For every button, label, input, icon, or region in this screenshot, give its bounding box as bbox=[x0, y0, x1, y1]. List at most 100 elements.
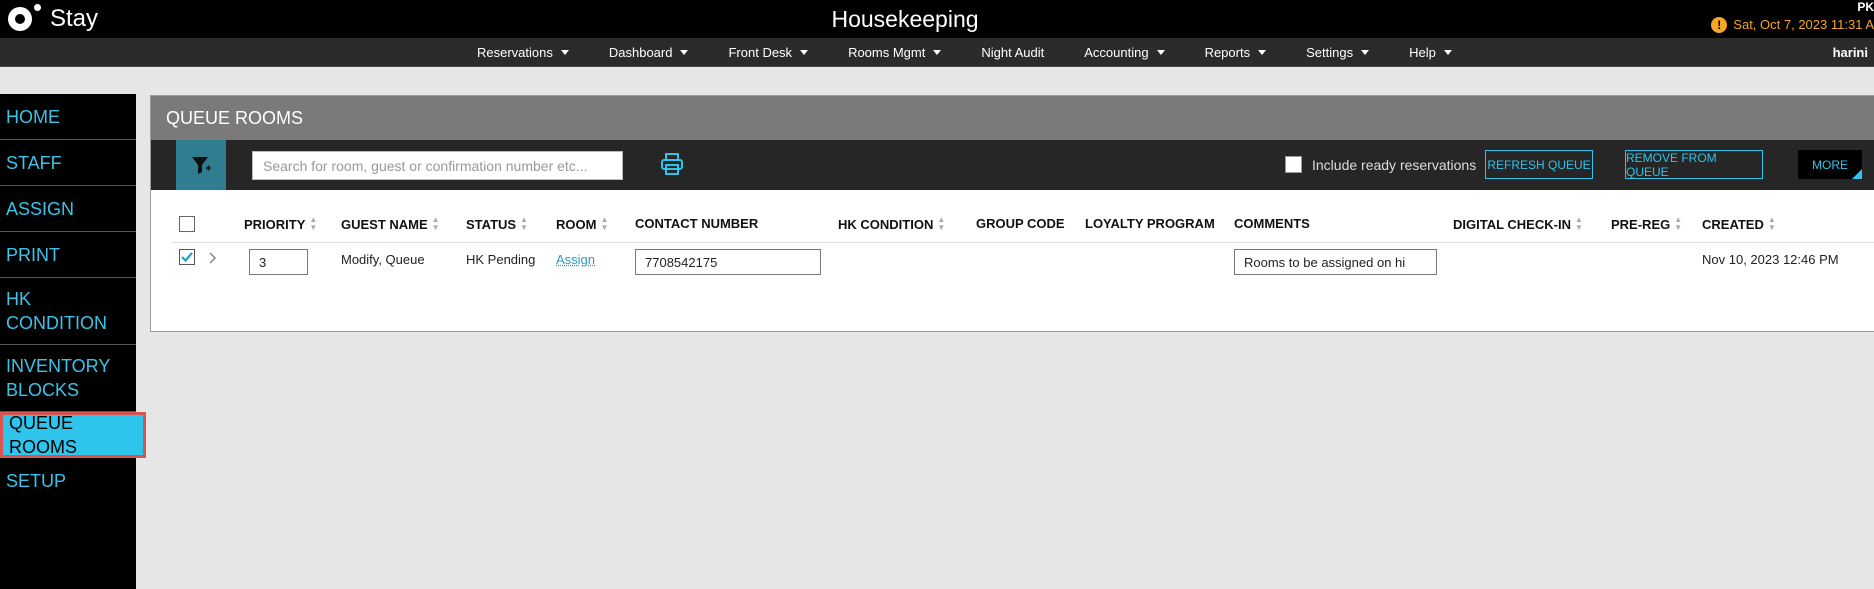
corner-triangle-icon bbox=[1852, 169, 1862, 179]
sort-icon: ▲ ▼ bbox=[309, 215, 318, 232]
assign-room-link[interactable]: Assign bbox=[556, 252, 595, 267]
column-group-code: GROUP CODE bbox=[976, 216, 1065, 231]
sort-icon: ▲ ▼ bbox=[520, 215, 528, 232]
nav-label: Front Desk bbox=[728, 45, 793, 60]
status-cell: HK Pending bbox=[466, 252, 536, 267]
nav-label: Night Audit bbox=[981, 45, 1045, 60]
print-button[interactable] bbox=[660, 152, 684, 181]
comments-input[interactable] bbox=[1234, 249, 1437, 275]
column-label: ROOM bbox=[556, 216, 597, 232]
created-cell: Nov 10, 2023 12:46 PM bbox=[1702, 252, 1839, 267]
column-priority[interactable]: PRIORITY ▲ ▼ bbox=[244, 216, 317, 232]
column-guest-name[interactable]: GUEST NAME ▲ ▼ bbox=[341, 216, 440, 232]
sort-icon: ▲ ▼ bbox=[1767, 215, 1776, 232]
column-contact-number: CONTACT NUMBER bbox=[635, 216, 758, 231]
nav-label: Dashboard bbox=[608, 45, 673, 60]
checkmark-icon bbox=[181, 252, 193, 263]
sidebar-item-hk-condition[interactable]: HK CONDITION bbox=[0, 278, 136, 345]
more-label: MORE bbox=[1812, 157, 1848, 172]
column-label: PRIORITY bbox=[244, 216, 306, 232]
column-created[interactable]: CREATED ▲ ▼ bbox=[1702, 216, 1776, 232]
priority-input[interactable] bbox=[249, 249, 308, 275]
column-digital-check-in[interactable]: DIGITAL CHECK-IN ▲ ▼ bbox=[1453, 216, 1583, 232]
sidebar-item-assign[interactable]: ASSIGN bbox=[0, 186, 136, 232]
main-nav: Reservations Dashboard Front Desk Rooms … bbox=[0, 38, 1874, 67]
include-ready-toggle: Include ready reservations bbox=[1285, 156, 1476, 173]
user-menu[interactable]: harini bbox=[1833, 45, 1868, 60]
column-status[interactable]: STATUS ▲ ▼ bbox=[466, 216, 528, 232]
column-label: GROUP CODE bbox=[976, 216, 1065, 231]
column-label: COMMENTS bbox=[1234, 216, 1310, 231]
nav-front-desk[interactable]: Front Desk bbox=[728, 45, 809, 60]
panel-title: QUEUE ROOMS bbox=[151, 96, 1874, 140]
nav-label: Reports bbox=[1204, 45, 1251, 60]
nav-dashboard[interactable]: Dashboard bbox=[609, 45, 689, 60]
nav-accounting[interactable]: Accounting bbox=[1084, 45, 1165, 60]
chevron-down-icon bbox=[680, 50, 689, 55]
sidebar-item-inventory-blocks[interactable]: INVENTORY BLOCKS bbox=[0, 345, 136, 412]
column-pre-reg[interactable]: PRE-REG ▲ ▼ bbox=[1611, 216, 1682, 232]
sidebar-item-staff[interactable]: STAFF bbox=[0, 140, 136, 186]
chevron-down-icon bbox=[933, 50, 942, 55]
nav-label: Reservations bbox=[477, 45, 553, 60]
chevron-down-icon bbox=[1443, 50, 1452, 55]
nav-label: Help bbox=[1409, 45, 1436, 60]
guest-name-cell: Modify, Queue bbox=[341, 252, 425, 267]
chevron-down-icon bbox=[800, 50, 809, 55]
include-ready-checkbox[interactable] bbox=[1285, 156, 1302, 173]
search-input[interactable] bbox=[252, 151, 623, 180]
column-label: GUEST NAME bbox=[341, 216, 428, 232]
queue-rooms-panel: QUEUE ROOMS Include ready reservations R… bbox=[150, 95, 1874, 332]
top-right-info: PK ! Sat, Oct 7, 2023 11:31 A bbox=[1711, 0, 1874, 36]
filter-button[interactable] bbox=[176, 140, 226, 190]
sidebar-item-queue-rooms[interactable]: QUEUE ROOMS bbox=[0, 412, 146, 458]
nav-label: Rooms Mgmt bbox=[848, 45, 926, 60]
property-code: PK bbox=[1857, 0, 1874, 14]
column-room[interactable]: ROOM ▲ ▼ bbox=[556, 216, 608, 232]
nav-night-audit[interactable]: Night Audit bbox=[981, 45, 1044, 60]
sort-icon: ▲ ▼ bbox=[600, 215, 609, 232]
column-label: CONTACT NUMBER bbox=[635, 216, 759, 231]
chevron-down-icon bbox=[560, 50, 569, 55]
chevron-down-icon bbox=[1361, 50, 1370, 55]
sort-icon: ▲ ▼ bbox=[431, 215, 440, 232]
sidebar-item-print[interactable]: PRINT bbox=[0, 232, 136, 278]
chevron-down-icon bbox=[1156, 50, 1165, 55]
refresh-queue-button[interactable]: REFRESH QUEUE bbox=[1485, 150, 1593, 179]
sort-icon: ▲ ▼ bbox=[937, 215, 946, 232]
page-title: Housekeeping bbox=[831, 6, 979, 32]
column-label: STATUS bbox=[466, 216, 517, 232]
contact-number-input[interactable] bbox=[635, 249, 821, 275]
nav-reports[interactable]: Reports bbox=[1205, 45, 1267, 60]
business-date: ! Sat, Oct 7, 2023 11:31 A bbox=[1711, 14, 1874, 36]
sidebar-item-setup[interactable]: SETUP bbox=[0, 458, 136, 504]
nav-settings[interactable]: Settings bbox=[1306, 45, 1370, 60]
column-label: LOYALTY PROGRAM bbox=[1085, 216, 1215, 231]
column-hk-condition[interactable]: HK CONDITION ▲ ▼ bbox=[838, 216, 945, 232]
sort-icon: ▲ ▼ bbox=[1674, 215, 1683, 232]
remove-from-queue-button[interactable]: REMOVE FROM QUEUE bbox=[1625, 150, 1763, 179]
column-label: CREATED bbox=[1702, 216, 1764, 232]
printer-icon bbox=[661, 153, 683, 175]
top-bar: Stay Housekeeping PK ! Sat, Oct 7, 2023 … bbox=[0, 0, 1874, 38]
column-loyalty-program: LOYALTY PROGRAM bbox=[1085, 216, 1215, 231]
column-label: DIGITAL CHECK-IN bbox=[1453, 216, 1571, 232]
select-all-checkbox[interactable] bbox=[179, 216, 195, 232]
column-label: PRE-REG bbox=[1611, 216, 1671, 232]
nav-reservations[interactable]: Reservations bbox=[477, 45, 569, 60]
more-button[interactable]: MORE bbox=[1798, 150, 1862, 179]
row-checkbox[interactable] bbox=[179, 249, 195, 265]
nav-rooms-mgmt[interactable]: Rooms Mgmt bbox=[848, 45, 942, 60]
sidebar-item-home[interactable]: HOME bbox=[0, 94, 136, 140]
toolbar: Include ready reservations REFRESH QUEUE… bbox=[151, 140, 1874, 190]
filter-icon bbox=[192, 157, 211, 174]
sort-icon: ▲ ▼ bbox=[1574, 215, 1583, 232]
nav-help[interactable]: Help bbox=[1409, 45, 1452, 60]
sidebar: HOME STAFF ASSIGN PRINT HK CONDITION INV… bbox=[0, 94, 146, 589]
chevron-right-icon[interactable] bbox=[209, 252, 217, 264]
warning-icon[interactable]: ! bbox=[1711, 17, 1728, 33]
business-date-text: Sat, Oct 7, 2023 11:31 A bbox=[1733, 17, 1874, 32]
nav-label: Accounting bbox=[1084, 45, 1149, 60]
column-comments: COMMENTS bbox=[1234, 216, 1310, 231]
column-label: HK CONDITION bbox=[838, 216, 934, 232]
